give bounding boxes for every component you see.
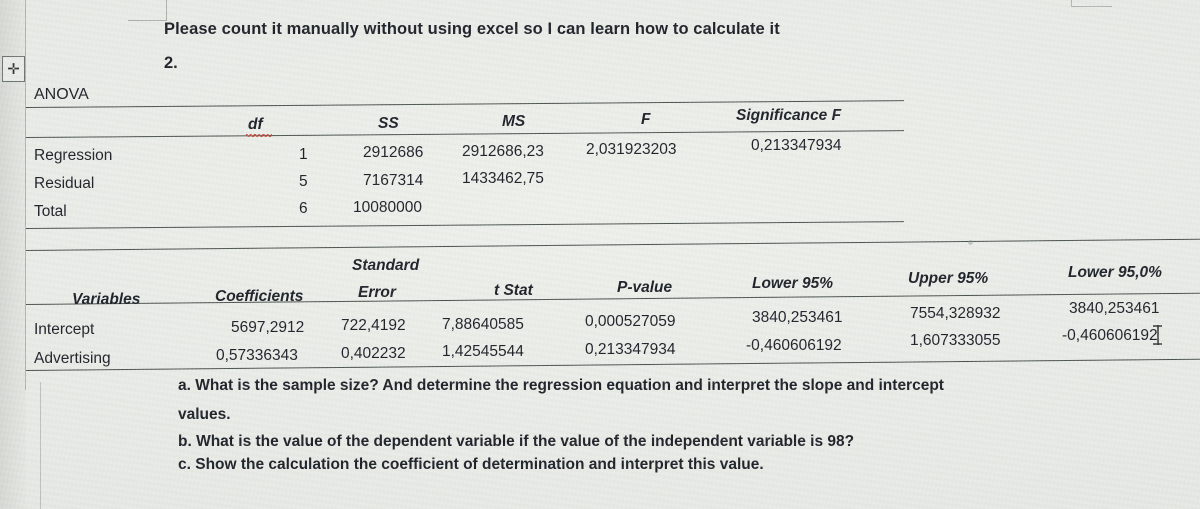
prompt-text: Please count it manually without using e… [164,20,780,38]
anova-cell-significance-f-regression: 0,213347934 [751,137,842,154]
question-c: c. Show the calculation the coefficient … [178,456,764,473]
move-handle-icon[interactable]: ✛ [2,56,25,82]
coef-cell-standard-error-advertising: 0,402232 [341,345,406,362]
coef-header-error: Error [358,284,396,301]
anova-row-label-residual: Residual [34,175,95,192]
question-a-line-2: values. [178,406,231,423]
anova-header-significance-f: Significance F [736,107,842,124]
anova-cell-ms-residual: 1433462,75 [462,170,544,187]
coef-rule-bottom [25,358,1200,372]
page-margin-line-top [25,0,26,390]
coef-cell-standard-error-intercept: 722,4192 [341,317,406,334]
coef-cell-coefficient-intercept: 5697,2912 [231,319,305,336]
question-number: 2. [164,54,178,72]
coef-rule-header [25,292,1200,306]
anova-cell-ss-regression: 2912686 [363,144,424,161]
anova-cell-df-residual: 5 [299,173,308,190]
coef-cell-lower-95-0-intercept: 3840,253461 [1069,300,1160,317]
page-speck [968,240,973,245]
coef-header-t-stat: t Stat [494,282,533,299]
coef-cell-lower-95-0-advertising: -0,460606192 [1062,327,1158,344]
anova-cell-df-regression: 1 [299,146,308,163]
corner-bracket-right-icon [1071,0,1112,7]
anova-row-label-regression: Regression [34,147,113,164]
coef-cell-upper-95-intercept: 7554,328932 [910,305,1001,322]
coef-cell-t-stat-advertising: 1,42545544 [442,343,524,360]
coef-cell-lower-95-intercept: 3840,253461 [752,309,843,326]
coef-header-variables: Variables [72,291,141,308]
anova-header-df: df [248,116,263,133]
coef-header-upper-95: Upper 95% [908,270,989,287]
coef-header-p-value: P-value [617,279,673,296]
question-a-line-1: a. What is the sample size? And determin… [178,377,944,394]
coef-cell-upper-95-advertising: 1,607333055 [910,332,1001,349]
page-margin-line-bottom [40,382,41,509]
coef-cell-lower-95-advertising: -0,460606192 [746,337,842,354]
question-b: b. What is the value of the dependent va… [178,433,855,450]
anova-cell-ss-residual: 7167314 [363,172,424,189]
coef-cell-t-stat-intercept: 7,88640585 [442,316,524,333]
move-handle-glyph: ✛ [7,60,20,78]
anova-cell-ms-regression: 2912686,23 [462,143,544,160]
coef-cell-coefficient-advertising: 0,57336343 [216,347,298,364]
coef-cell-p-value-intercept: 0,000527059 [585,313,676,330]
anova-cell-df-total: 6 [299,200,308,217]
coef-header-standard: Standard [352,257,420,274]
anova-cell-ss-total: 10080000 [353,199,422,216]
coef-header-lower-95: Lower 95% [752,275,833,292]
coef-header-coefficients: Coefficients [215,288,304,305]
coef-rule-top [25,238,1200,252]
anova-header-ss: SS [378,115,399,132]
anova-label: ANOVA [34,86,89,103]
anova-header-f: F [641,111,651,128]
anova-cell-f-regression: 2,031923203 [586,141,677,158]
anova-header-ms: MS [502,113,526,130]
document-page: ✛ Please count it manually without using… [0,0,1200,509]
coef-row-label-advertising: Advertising [34,350,111,367]
anova-row-label-total: Total [34,203,67,220]
coef-cell-p-value-advertising: 0,213347934 [585,341,676,358]
corner-bracket-left-icon [128,0,167,21]
coef-header-lower-95-0: Lower 95,0% [1068,264,1162,281]
coef-row-label-intercept: Intercept [34,321,95,338]
spellcheck-underline-df [246,134,272,137]
anova-rule-bottom [25,221,904,230]
